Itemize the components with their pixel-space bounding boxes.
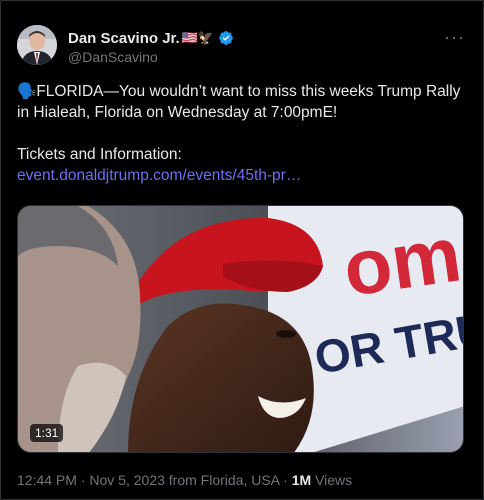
tweet-time[interactable]: 12:44 PM — [17, 472, 77, 488]
meta-separator: · — [80, 472, 86, 488]
verified-badge-icon — [219, 31, 233, 45]
author-block: Dan Scavino Jr. 🇺🇸🦅 @DanScavino — [68, 29, 234, 69]
video-frame: ome OR TRU — [18, 206, 463, 452]
tweet-header: Dan Scavino Jr. 🇺🇸🦅 @DanScavino ··· — [17, 25, 469, 69]
views-count: 1M — [291, 472, 312, 488]
author-name-row: Dan Scavino Jr. 🇺🇸🦅 — [68, 29, 234, 47]
meta-separator: · — [283, 472, 288, 488]
author-handle[interactable]: @DanScavino — [68, 49, 234, 65]
tweet-date-location[interactable]: Nov 5, 2023 from Florida, USA — [89, 472, 279, 488]
flag-eagle-emoji: 🇺🇸🦅 — [181, 30, 215, 45]
avatar[interactable] — [17, 25, 57, 65]
tweet-line-2: Tickets and Information: — [17, 146, 182, 163]
video-duration: 1:31 — [30, 424, 64, 442]
tweet-line-1: FLORIDA—You wouldn’t want to miss this w… — [17, 83, 461, 121]
speaking-head-emoji: 🗣️ — [17, 83, 37, 100]
tweet-meta: 12:44 PM · Nov 5, 2023 from Florida, USA… — [17, 472, 352, 488]
tweet-text: 🗣️FLORIDA—You wouldn’t want to miss this… — [17, 81, 469, 186]
more-options-button[interactable]: ··· — [444, 27, 465, 48]
tweet-card: Dan Scavino Jr. 🇺🇸🦅 @DanScavino ··· 🗣️FL… — [0, 0, 484, 500]
event-link[interactable]: event.donaldjtrump.com/events/45th-pr… — [17, 167, 301, 184]
views-label: Views — [315, 472, 353, 488]
video-player[interactable]: ome OR TRU 1:31 — [17, 205, 464, 453]
author-name[interactable]: Dan Scavino Jr. — [68, 30, 180, 47]
